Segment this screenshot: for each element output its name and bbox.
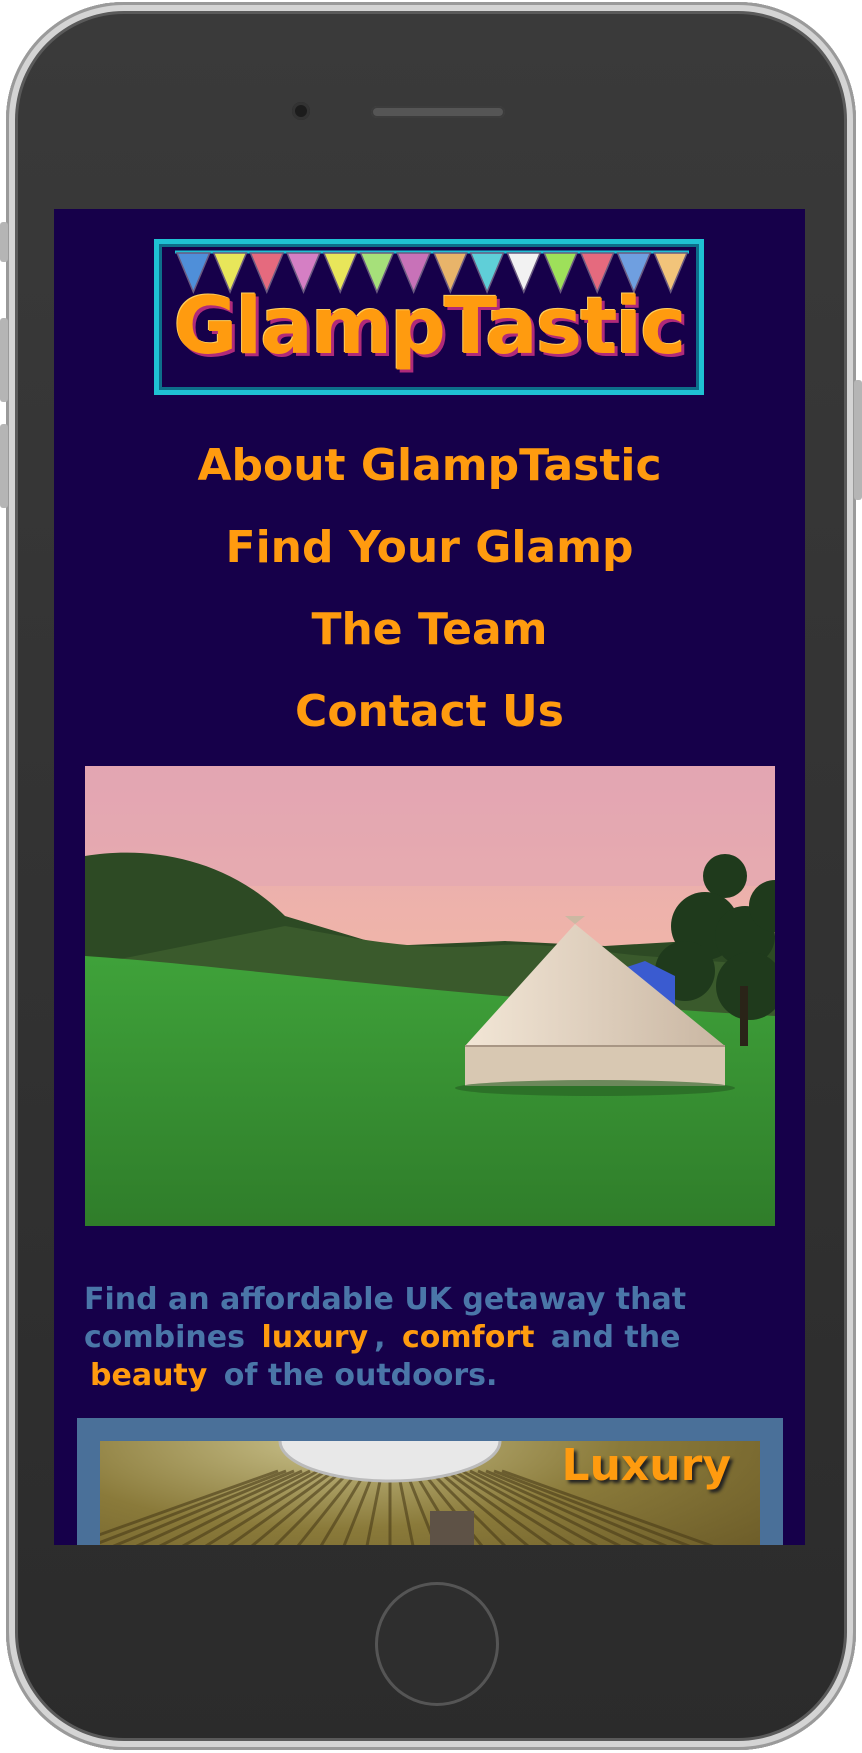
site-logo[interactable]: GlampTastic [154,239,704,395]
hero-image-bell-tent [85,766,775,1226]
volume-up-button [0,318,8,402]
luxury-card[interactable]: Luxury [77,1418,783,1545]
earpiece-speaker [371,106,505,118]
nav-about[interactable]: About GlampTastic [54,425,805,507]
nav-contact[interactable]: Contact Us [54,671,805,753]
volume-down-button [0,424,8,508]
home-button[interactable] [375,1582,499,1706]
intro-part3: of the outdoors. [223,1358,498,1393]
main-nav: About GlampTastic Find Your Glamp The Te… [54,425,805,753]
nav-team[interactable]: The Team [54,589,805,671]
highlight-luxury: luxury [261,1320,369,1355]
intro-separator: , [374,1320,386,1355]
mute-switch [0,222,8,262]
front-camera [292,102,310,120]
luxury-card-title: Luxury [561,1440,731,1491]
intro-part2: and the [550,1320,681,1355]
highlight-comfort: comfort [402,1320,535,1355]
power-button [854,380,862,500]
logo-text: GlampTastic [173,282,687,372]
intro-text: Find an affordable UK getaway that combi… [84,1281,724,1395]
highlight-beauty: beauty [90,1358,208,1393]
screen: GlampTastic About GlampTastic Find Your … [54,209,805,1545]
nav-find-glamp[interactable]: Find Your Glamp [54,507,805,589]
